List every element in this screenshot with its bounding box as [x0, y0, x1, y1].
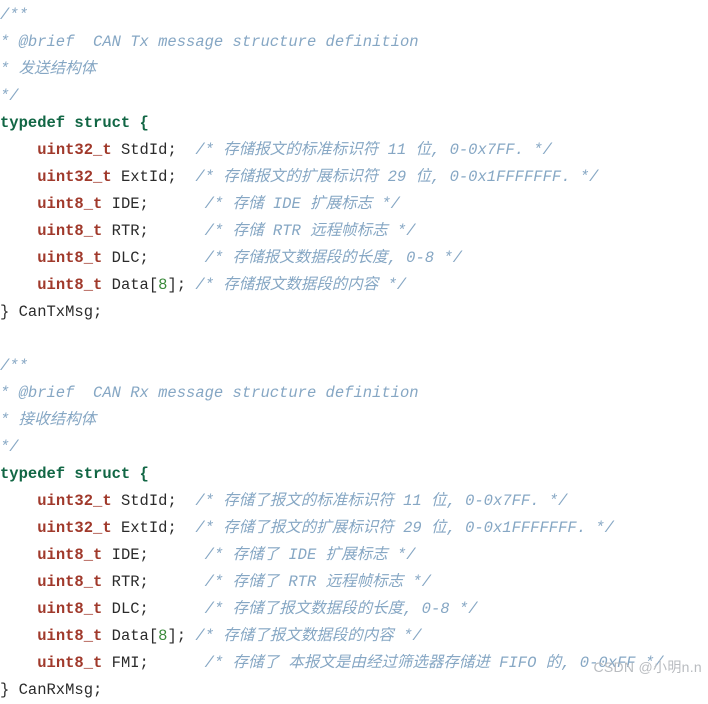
code-token-comment: /* 存储报文的标准标识符 11 位, 0-0x7FF. */ [195, 141, 552, 159]
code-token-keyword: typedef struct { [0, 465, 149, 483]
code-token-comment: * @brief CAN Rx message structure defini… [0, 384, 419, 402]
code-token-plain: ExtId; [111, 168, 196, 186]
code-line: typedef struct { [0, 461, 708, 488]
code-line: * 发送结构体 [0, 56, 708, 83]
code-line: uint8_t IDE; /* 存储 IDE 扩展标志 */ [0, 191, 708, 218]
code-token-plain: DLC; [102, 600, 205, 618]
code-token-plain: ]; [167, 627, 196, 645]
code-token-type: uint32_t [37, 141, 112, 159]
csdn-watermark: CSDN @小明n.n [593, 659, 702, 675]
code-token-comment: */ [0, 438, 19, 456]
code-token-comment: /* 存储了报文数据段的长度, 0-8 */ [204, 600, 478, 618]
code-line: uint8_t DLC; /* 存储了报文数据段的长度, 0-8 */ [0, 596, 708, 623]
code-token-type: uint32_t [37, 519, 112, 537]
code-token-comment: /* 存储了报文的扩展标识符 29 位, 0-0x1FFFFFFF. */ [195, 519, 614, 537]
code-token-plain: IDE; [102, 546, 205, 564]
code-token-type: uint8_t [37, 276, 103, 294]
code-line: uint8_t Data[8]; /* 存储报文数据段的内容 */ [0, 272, 708, 299]
code-token-type: uint8_t [37, 546, 103, 564]
code-token-comment: /* 存储报文数据段的长度, 0-8 */ [204, 249, 462, 267]
code-token-comment: /** [0, 6, 28, 24]
code-line: uint32_t ExtId; /* 存储报文的扩展标识符 29 位, 0-0x… [0, 164, 708, 191]
code-token-comment: /* 存储了报文数据段的内容 */ [195, 627, 422, 645]
code-line: /** [0, 353, 708, 380]
code-token-plain: Data[ [102, 276, 159, 294]
code-line: typedef struct { [0, 110, 708, 137]
code-token-comment: /** [0, 357, 28, 375]
code-token-plain: DLC; [102, 249, 205, 267]
code-line: * @brief CAN Rx message structure defini… [0, 380, 708, 407]
code-line: uint8_t RTR; /* 存储 RTR 远程帧标志 */ [0, 218, 708, 245]
code-token-type: uint32_t [37, 168, 112, 186]
code-line: * 接收结构体 [0, 407, 708, 434]
code-listing: /** * @brief CAN Tx message structure def… [0, 0, 708, 704]
code-token-comment: * @brief CAN Tx message structure defini… [0, 33, 419, 51]
code-token-plain: RTR; [102, 573, 205, 591]
code-token-plain: ]; [167, 276, 196, 294]
code-token-plain: IDE; [102, 195, 205, 213]
code-token-comment: * 接收结构体 [0, 411, 97, 429]
code-token-plain: RTR; [102, 222, 205, 240]
code-line: uint32_t ExtId; /* 存储了报文的扩展标识符 29 位, 0-0… [0, 515, 708, 542]
code-token-comment: /* 存储报文数据段的内容 */ [195, 276, 407, 294]
code-token-comment: */ [0, 87, 19, 105]
code-line: uint8_t DLC; /* 存储报文数据段的长度, 0-8 */ [0, 245, 708, 272]
code-line: */ [0, 434, 708, 461]
code-token-comment: /* 存储了 RTR 远程帧标志 */ [204, 573, 431, 591]
code-line: * @brief CAN Tx message structure defini… [0, 29, 708, 56]
code-token-type: uint8_t [37, 249, 103, 267]
code-token-type: uint8_t [37, 654, 103, 672]
code-token-plain: StdId; [111, 492, 196, 510]
code-token-type: uint8_t [37, 222, 103, 240]
code-token-type: uint8_t [37, 195, 103, 213]
code-token-plain: FMI; [102, 654, 205, 672]
code-token-comment: /* 存储报文的扩展标识符 29 位, 0-0x1FFFFFFF. */ [195, 168, 599, 186]
code-token-type: uint32_t [37, 492, 112, 510]
code-token-comment: /* 存储 RTR 远程帧标志 */ [204, 222, 416, 240]
code-token-plain: } CanRxMsg; [0, 681, 103, 699]
code-token-type: uint8_t [37, 573, 103, 591]
code-token-plain: ExtId; [111, 519, 196, 537]
code-token-comment: /* 存储了报文的标准标识符 11 位, 0-0x7FF. */ [195, 492, 568, 510]
code-line: uint32_t StdId; /* 存储报文的标准标识符 11 位, 0-0x… [0, 137, 708, 164]
code-token-comment: /* 存储了 IDE 扩展标志 */ [204, 546, 416, 564]
code-line: uint32_t StdId; /* 存储了报文的标准标识符 11 位, 0-0… [0, 488, 708, 515]
code-line: */ [0, 83, 708, 110]
code-line: uint8_t RTR; /* 存储了 RTR 远程帧标志 */ [0, 569, 708, 596]
code-token-plain: } CanTxMsg; [0, 303, 103, 321]
code-line: uint8_t IDE; /* 存储了 IDE 扩展标志 */ [0, 542, 708, 569]
code-token-comment: /* 存储 IDE 扩展标志 */ [204, 195, 400, 213]
code-token-comment: * 发送结构体 [0, 60, 97, 78]
code-token-plain: StdId; [111, 141, 196, 159]
code-token-type: uint8_t [37, 600, 103, 618]
code-line: uint8_t Data[8]; /* 存储了报文数据段的内容 */ [0, 623, 708, 650]
code-line: } CanTxMsg; [0, 299, 708, 326]
code-token-type: uint8_t [37, 627, 103, 645]
code-line: /** [0, 2, 708, 29]
code-token-plain: Data[ [102, 627, 159, 645]
code-line: } CanRxMsg; [0, 677, 708, 704]
code-token-keyword: typedef struct { [0, 114, 149, 132]
